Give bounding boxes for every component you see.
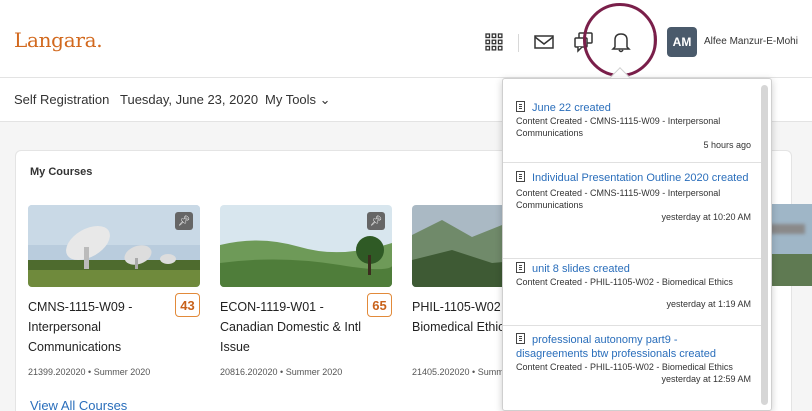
- widget-title: My Courses: [30, 166, 93, 178]
- notification-time: yesterday at 1:19 AM: [666, 299, 751, 309]
- unread-count-badge[interactable]: 43: [175, 293, 200, 317]
- langara-logo[interactable]: Langara.: [14, 28, 103, 52]
- nav-self-registration[interactable]: Self Registration: [14, 92, 109, 107]
- course-card[interactable]: 📌︎ CMNS-1115-W09 - Interpersonal Communi…: [28, 205, 200, 377]
- notification-subtitle: Content Created - PHIL-1105-W02 - Biomed…: [516, 277, 733, 287]
- notification-item[interactable]: professional autonomy part9 - disagreeme…: [503, 333, 761, 410]
- user-name[interactable]: Alfee Manzur-E-Mohi: [704, 36, 798, 47]
- view-all-courses-link[interactable]: View All Courses: [30, 398, 127, 411]
- notification-time: 5 hours ago: [703, 140, 751, 150]
- course-meta: 20816.202020 • Summer 2020: [220, 367, 343, 377]
- course-card[interactable]: 📌︎ ECON-1119-W01 - Canadian Domestic & I…: [220, 205, 392, 377]
- course-image[interactable]: [772, 204, 812, 286]
- notification-subtitle: Content Created - CMNS-1115-W09 - Interp…: [516, 116, 721, 138]
- notification-subtitle: Content Created - CMNS-1115-W09 - Interp…: [516, 188, 721, 210]
- course-name[interactable]: ECON-1119-W01 - Canadian Domestic & Intl…: [220, 297, 365, 357]
- notification-time: yesterday at 10:20 AM: [661, 212, 751, 222]
- scrollbar[interactable]: [761, 85, 768, 405]
- pin-icon[interactable]: 📌︎: [175, 212, 193, 230]
- notification-item[interactable]: June 22 created Content Created - CMNS-1…: [503, 101, 761, 163]
- notification-title[interactable]: professional autonomy part9 - disagreeme…: [516, 333, 751, 361]
- notification-time: yesterday at 12:59 AM: [661, 374, 751, 384]
- notification-item[interactable]: Individual Presentation Outline 2020 cre…: [503, 171, 761, 259]
- header-divider: [518, 34, 519, 52]
- mail-icon[interactable]: [532, 30, 556, 54]
- course-name[interactable]: CMNS-1115-W09 - Interpersonal Communicat…: [28, 297, 173, 357]
- notifications-dropdown: June 22 created Content Created - CMNS-1…: [502, 78, 772, 411]
- course-image[interactable]: 📌︎: [28, 205, 200, 287]
- notification-title[interactable]: unit 8 slides created: [516, 262, 751, 276]
- course-image[interactable]: 📌︎: [220, 205, 392, 287]
- document-icon: [516, 171, 525, 182]
- nav-date: Tuesday, June 23, 2020: [120, 92, 259, 107]
- notification-subtitle: Content Created - PHIL-1105-W02 - Biomed…: [516, 362, 733, 372]
- document-icon: [516, 101, 525, 112]
- document-icon: [516, 262, 525, 273]
- course-meta: 21399.202020 • Summer 2020: [28, 367, 151, 377]
- notification-title[interactable]: June 22 created: [516, 101, 751, 115]
- nav-my-tools[interactable]: My Tools ⌄: [265, 92, 331, 108]
- document-icon: [516, 333, 525, 344]
- top-header: Langara. AM Alfee Manzur-E-Mohi: [0, 0, 812, 78]
- pin-icon[interactable]: 📌︎: [367, 212, 385, 230]
- avatar[interactable]: AM: [667, 27, 697, 57]
- notification-title[interactable]: Individual Presentation Outline 2020 cre…: [516, 171, 751, 185]
- apps-grid-icon[interactable]: [482, 30, 506, 54]
- annotation-circle: [583, 3, 657, 77]
- unread-count-badge[interactable]: 65: [367, 293, 392, 317]
- notification-item[interactable]: unit 8 slides created Content Created - …: [503, 262, 761, 326]
